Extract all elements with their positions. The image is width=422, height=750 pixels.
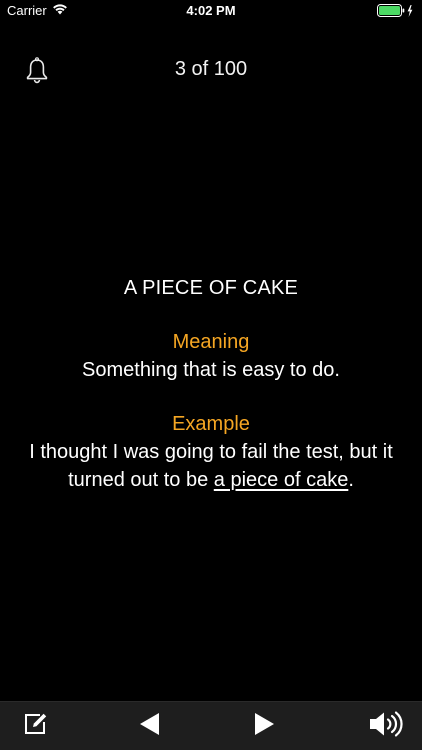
- bottom-toolbar: [0, 701, 422, 750]
- idiom-card: A PIECE OF CAKE Meaning Something that i…: [16, 274, 406, 494]
- example-text-after: .: [348, 469, 354, 491]
- meaning-text: Something that is easy to do.: [82, 359, 340, 381]
- speaker-icon: [369, 711, 403, 742]
- example-heading: Example: [172, 413, 250, 435]
- example-text: I thought I was going to fail the test, …: [16, 438, 406, 494]
- edit-icon: [23, 711, 49, 742]
- battery-charging-icon: [377, 4, 415, 21]
- next-icon: [253, 712, 275, 741]
- idiom-title: A PIECE OF CAKE: [123, 277, 299, 299]
- edit-button[interactable]: [14, 702, 58, 750]
- previous-icon: [139, 712, 161, 741]
- sound-button[interactable]: [364, 702, 408, 750]
- status-time: 4:02 PM: [186, 3, 236, 18]
- meaning-heading: Meaning: [172, 331, 250, 353]
- example-highlight: a piece of cake: [213, 469, 349, 491]
- next-button[interactable]: [242, 702, 286, 750]
- previous-button[interactable]: [128, 702, 172, 750]
- status-bar: Carrier 4:02 PM: [0, 0, 422, 22]
- card-counter: 3 of 100: [174, 58, 248, 80]
